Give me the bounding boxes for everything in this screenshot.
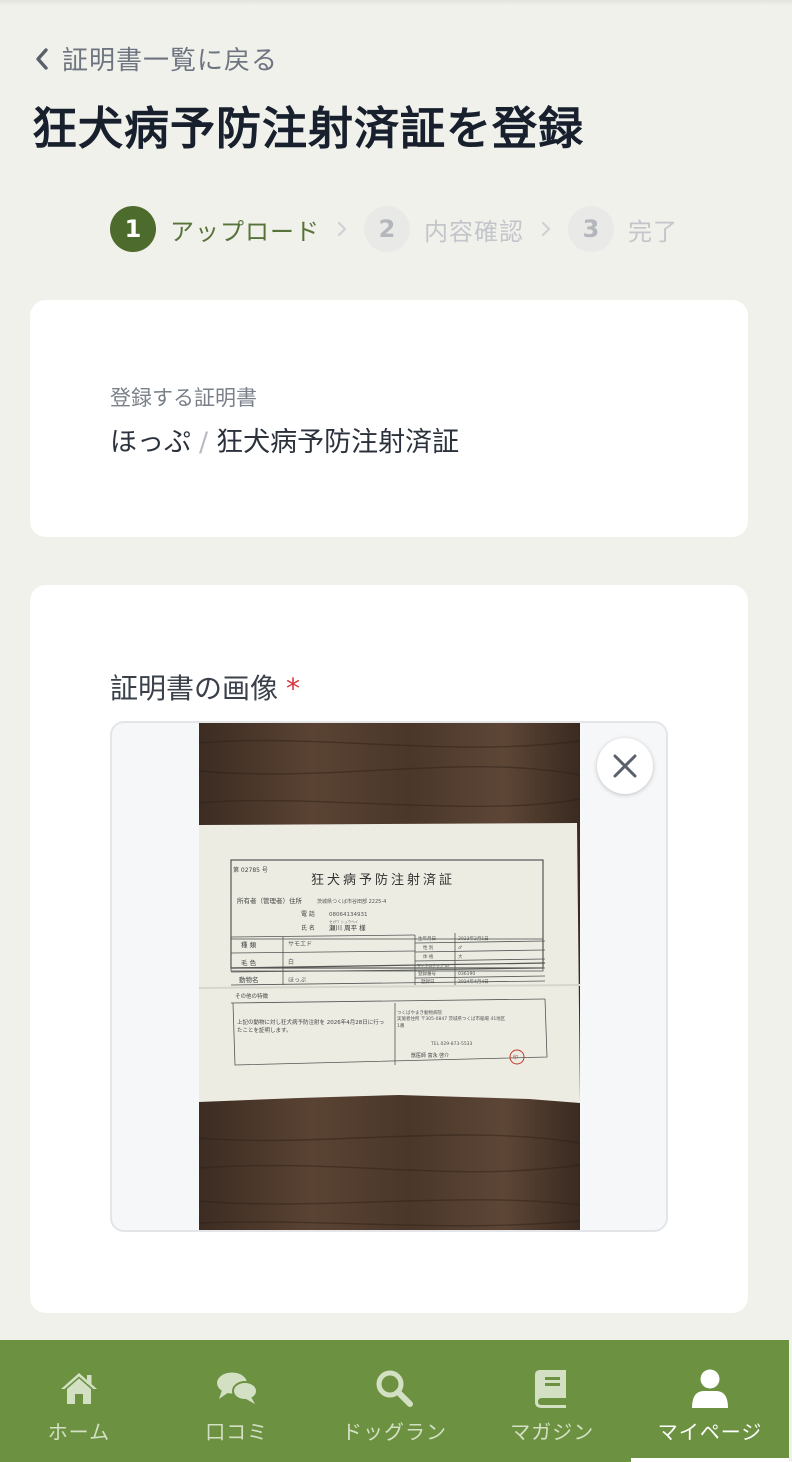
step-number: 2 (364, 206, 410, 252)
step-number: 3 (568, 206, 614, 252)
doc-right-label: 生年月日 (418, 935, 436, 942)
back-link-label: 証明書一覧に戻る (62, 46, 279, 76)
chevron-right-icon (320, 220, 364, 238)
doc-row-label: 種 類 (241, 940, 257, 949)
certificate-label: 登録する証明書 (110, 386, 257, 410)
home-icon (59, 1366, 99, 1410)
back-link[interactable]: 証明書一覧に戻る (34, 40, 278, 77)
search-icon (374, 1366, 414, 1410)
step-upload: 1 アップロード (110, 206, 320, 252)
required-mark: * (286, 672, 301, 705)
doc-phone-label: 電 話 (301, 910, 315, 918)
doc-row-label: 動物名 (239, 975, 259, 984)
tab-label: ドッグラン (341, 1420, 447, 1444)
doc-row-value: 白 (288, 958, 294, 966)
certificate-value: ほっぷ / 狂犬病予防注射済証 (110, 420, 459, 459)
doc-row-label: 毛 色 (241, 958, 257, 967)
certificate-info-card: 登録する証明書 ほっぷ / 狂犬病予防注射済証 (30, 300, 748, 537)
tab-mypage[interactable]: マイページ (631, 1340, 789, 1462)
doc-statement: 上記の動物に対し狂犬病予防注射を 2026年4月28日に行ったことを証明します。 (237, 1020, 385, 1034)
doc-right-value: 大 (458, 953, 463, 960)
doc-vet: 獣医師 富永 啓介 (411, 1052, 449, 1059)
image-field-label-text: 証明書の画像 (110, 672, 279, 705)
page-title: 狂犬病予防注射済証を登録 (32, 102, 585, 155)
doc-right-value: 036190 (458, 971, 475, 977)
image-field-label: 証明書の画像 * (110, 667, 300, 707)
chevron-left-icon (34, 44, 50, 74)
tab-magazine[interactable]: マガジン (473, 1340, 631, 1462)
doc-right-value: 2024年4月4日 (458, 978, 489, 985)
step-number: 1 (110, 206, 156, 252)
tab-label: ホーム (47, 1420, 111, 1444)
step-label: 内容確認 (424, 217, 524, 246)
separator: / (199, 427, 209, 458)
book-icon (534, 1366, 570, 1410)
step-label: アップロード (170, 217, 320, 246)
tab-label: マイページ (657, 1420, 763, 1444)
chevron-right-icon (524, 220, 568, 238)
tab-label: マガジン (510, 1420, 595, 1444)
user-icon (690, 1366, 730, 1410)
doc-row-value: ほっぷ (288, 977, 306, 984)
doc-right-label: 性 別 (423, 944, 434, 951)
top-shade (0, 0, 792, 6)
step-label: 完了 (628, 217, 678, 246)
progress-stepper: 1 アップロード 2 内容確認 3 完了 (110, 206, 678, 252)
certificate-photo: 第 02785 号 狂犬病予防注射済証 所有者（管理者）住所 茨城県つくば市谷田… (199, 723, 580, 1230)
bottom-tab-bar: ホーム 口コミ ドッグラン マガジン マイページ (0, 1340, 789, 1462)
certificate-type: 狂犬病予防注射済証 (216, 427, 460, 458)
doc-right-label: 登録番号 (418, 970, 436, 977)
close-icon (613, 754, 637, 778)
image-preview-box[interactable]: 第 02785 号 狂犬病予防注射済証 所有者（管理者）住所 茨城県つくば市谷田… (110, 721, 668, 1232)
tab-home[interactable]: ホーム (0, 1340, 158, 1462)
doc-right-label: 体 格 (423, 953, 434, 960)
doc-right-label: 登録日 (421, 978, 435, 985)
tab-dogrun[interactable]: ドッグラン (316, 1340, 474, 1462)
doc-right-value: 2023年2月1日 (458, 935, 489, 942)
remove-image-button[interactable] (597, 738, 653, 794)
tab-reviews[interactable]: 口コミ (158, 1340, 316, 1462)
tab-label: 口コミ (205, 1420, 269, 1444)
doc-clinic-address: 実施者住所 〒305-0847 茨城県つくば市稲場 41地区1番 (397, 1017, 506, 1029)
doc-number: 第 02785 号 (233, 866, 268, 874)
pet-name: ほっぷ (110, 427, 191, 458)
image-upload-card: 証明書の画像 * 第 02785 号 狂犬病予防注射済証 所有者（管理者）住所 … (30, 585, 748, 1313)
step-complete: 3 完了 (568, 206, 678, 252)
chat-icon (215, 1366, 259, 1410)
doc-phone: 08064134931 (329, 912, 368, 918)
doc-clinic-address-wrap: 実施者住所 〒305-0847 茨城県つくば市稲場 41地区1番 (397, 1017, 506, 1029)
doc-statement-wrap: 上記の動物に対し狂犬病予防注射を 2026年4月28日に行ったことを証明します。 (237, 1020, 385, 1034)
step-confirm: 2 内容確認 (364, 206, 524, 252)
doc-seal: 印 (513, 1054, 518, 1061)
register-certificate-page: 証明書一覧に戻る 狂犬病予防注射済証を登録 1 アップロード 2 内容確認 3 … (0, 0, 792, 1462)
doc-row-value: サモエド (288, 941, 312, 948)
doc-clinic-tel: TEL 029-873-5533 (430, 1041, 473, 1047)
doc-right-value: ♂ (458, 945, 462, 951)
doc-owner-label: 所有者（管理者）住所 (237, 896, 303, 905)
doc-name-label: 氏 名 (301, 924, 315, 932)
doc-right-label: マイクロチップ ID (417, 963, 449, 968)
doc-clinic-name: つくばやまき動物病院 (397, 1009, 442, 1016)
doc-owner-address: 茨城県つくば市谷田部 2225-4 (317, 898, 386, 905)
doc-heading: 狂犬病予防注射済証 (311, 872, 455, 888)
doc-name: 瀬川 周平 様 (329, 923, 366, 932)
doc-row-label: その他の特徴 (235, 992, 269, 1000)
